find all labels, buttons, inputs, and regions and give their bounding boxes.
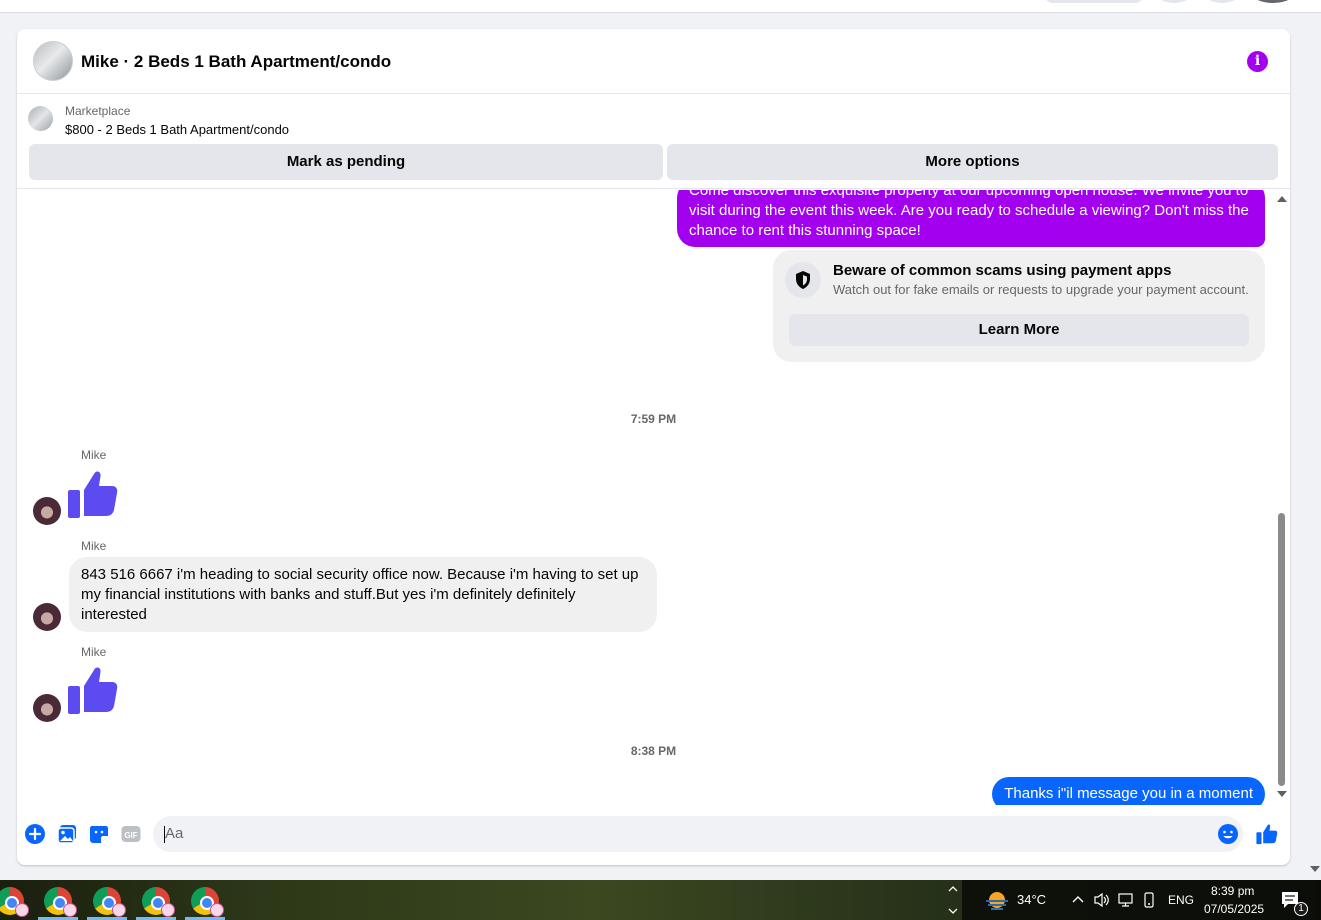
sender-name: Mike [81,645,107,659]
scam-warning-card: Beware of common scams using payment app… [773,250,1265,362]
mark-as-pending-button[interactable]: Mark as pending [29,144,663,180]
chrome-app-icon[interactable] [44,887,77,917]
page-scroll-down-arrow[interactable] [1310,866,1320,872]
thumbs-up-icon [68,471,118,518]
info-icon[interactable]: i [1247,51,1268,72]
speaker-icon[interactable] [1093,892,1111,908]
sticker-icon[interactable] [88,823,110,845]
timestamp: 8:38 PM [630,744,677,758]
chat-header: Mike · 2 Beds 1 Bath Apartment/condo i [17,29,1290,94]
scrollbar-thumb[interactable] [1278,513,1285,786]
scroll-down-arrow[interactable] [1277,791,1287,797]
notification-count-badge: 1 [1294,902,1308,916]
learn-more-button[interactable]: Learn More [789,314,1249,346]
more-options-button[interactable]: More options [667,144,1278,180]
emoji-icon[interactable] [1217,823,1239,845]
gif-icon[interactable]: GIF [120,823,142,845]
top-profile-avatar[interactable] [1254,0,1292,3]
weather-temperature[interactable]: 34°C [1017,892,1046,907]
scam-warning-subtitle: Watch out for fake emails or requests to… [833,282,1249,297]
send-like-icon[interactable] [1256,823,1278,845]
listing-price-title[interactable]: $800 - 2 Beds 1 Bath Apartment/condo [65,122,289,137]
thumbs-up-icon [68,667,118,714]
clock-time[interactable]: 8:39 pm [1211,884,1254,898]
photo-icon[interactable] [56,823,78,845]
windows-taskbar: 34°C ENG 8:39 pm 07/05/2025 1 [0,880,1321,920]
taskbar-scroll-arrows-icon[interactable] [946,883,960,917]
system-tray: 34°C ENG 8:39 pm 07/05/2025 1 [962,880,1321,920]
network-icon[interactable] [1117,892,1135,908]
plus-icon[interactable] [24,823,46,845]
top-menu-button[interactable] [1158,0,1190,3]
listing-banner: Marketplace $800 - 2 Beds 1 Bath Apartme… [17,95,1290,189]
sender-name: Mike [81,539,107,553]
svg-text:GIF: GIF [124,831,137,840]
sender-avatar[interactable] [33,497,61,525]
outgoing-reply-bubble[interactable]: Thanks i"il message you in a moment [992,777,1265,805]
incoming-message-bubble[interactable]: 843 516 6667 i'm heading to social secur… [69,557,657,632]
scam-warning-title: Beware of common scams using payment app… [833,262,1172,279]
top-search-pill[interactable] [1045,0,1143,3]
message-composer: GIF Aa [17,814,1290,854]
shield-icon [785,262,821,298]
thread-scrollbar[interactable] [1274,190,1289,805]
chat-title[interactable]: Mike · 2 Beds 1 Bath Apartment/condo [81,52,391,72]
chrome-app-icon[interactable] [191,887,224,917]
device-icon[interactable] [1142,892,1156,908]
message-input[interactable]: Aa [153,816,1243,852]
scroll-up-arrow[interactable] [1277,196,1287,202]
outgoing-message-bubble[interactable]: Come discover this exquisite property at… [677,190,1265,247]
chrome-app-icon[interactable] [142,887,175,917]
message-thread[interactable]: Come discover this exquisite property at… [17,190,1290,805]
chrome-app-icon[interactable] [93,887,126,917]
chevron-up-icon[interactable] [1071,893,1085,905]
chat-panel: Mike · 2 Beds 1 Bath Apartment/condo i M… [17,29,1290,865]
chrome-app-icon[interactable] [0,887,29,917]
browser-top-bar [0,0,1321,13]
top-messenger-button[interactable] [1206,0,1238,3]
language-indicator[interactable]: ENG [1168,893,1194,907]
sender-avatar[interactable] [33,603,61,631]
listing-source: Marketplace [65,104,131,118]
listing-thumbnail[interactable] [28,106,53,131]
clock-date[interactable]: 07/05/2025 [1204,902,1264,916]
sender-name: Mike [81,448,107,462]
sender-avatar[interactable] [33,694,61,722]
listing-avatar[interactable] [33,41,73,81]
timestamp: 7:59 PM [630,412,677,426]
weather-sunset-icon[interactable] [984,888,1010,912]
